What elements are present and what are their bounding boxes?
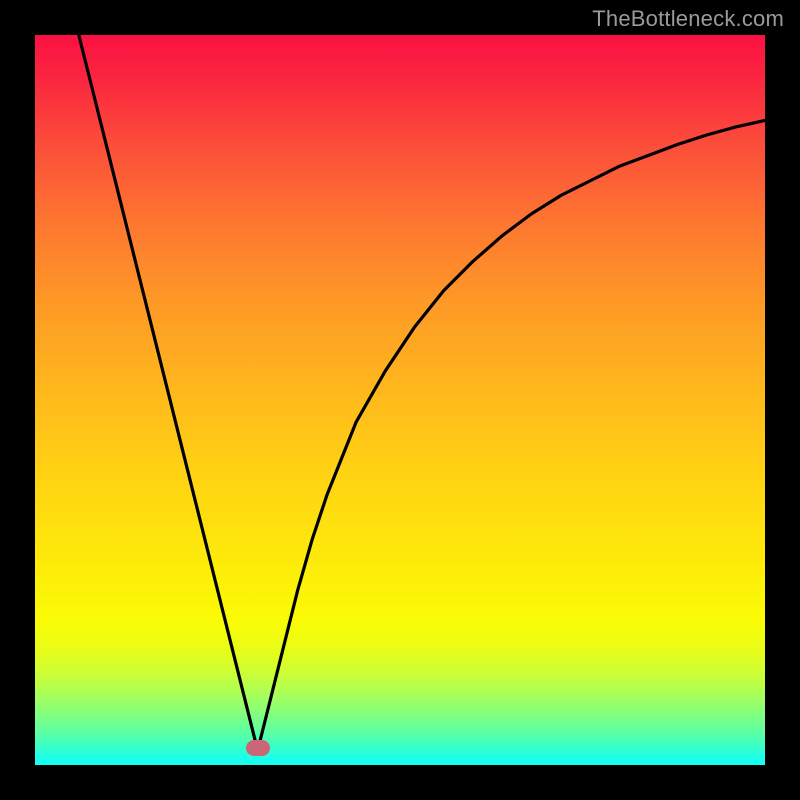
optimum-marker: [246, 740, 270, 756]
bottleneck-curve: [35, 35, 765, 765]
chart-frame: TheBottleneck.com: [0, 0, 800, 800]
plot-area: [35, 35, 765, 765]
watermark-text: TheBottleneck.com: [592, 6, 784, 32]
